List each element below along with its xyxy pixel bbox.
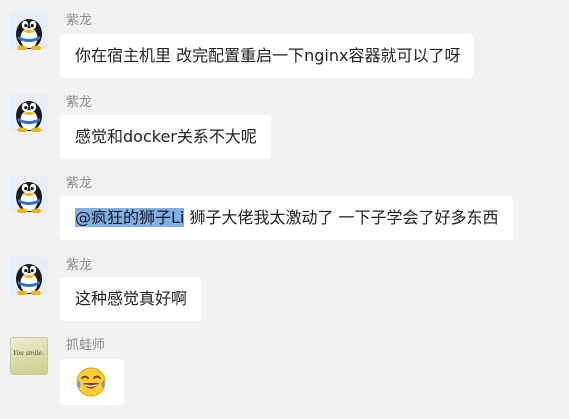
message-bubble[interactable] [60, 359, 124, 405]
sender-name: 紫龙 [66, 258, 93, 273]
message-text: 狮子大佬我太激动了 一下子学会了好多东西 [184, 208, 499, 227]
qq-penguin-icon[interactable] [10, 12, 48, 50]
message-bubble[interactable]: 你在宿主机里 改完配置重启一下nginx容器就可以了呀 [60, 34, 475, 78]
sender-name: 紫龙 [66, 13, 93, 28]
sender-name: 紫龙 [66, 95, 93, 110]
message-text: 你在宿主机里 改完配置重启一下nginx容器就可以了呀 [75, 46, 461, 65]
qq-penguin-icon[interactable] [10, 175, 48, 213]
chat-message-list: 紫龙 你在宿主机里 改完配置重启一下nginx容器就可以了呀 紫龙 感觉和doc… [0, 0, 569, 419]
message-bubble[interactable]: 感觉和docker关系不大呢 [60, 115, 271, 159]
you-smile-avatar[interactable]: You smile. [10, 337, 48, 375]
avatar-text: You smile. [13, 350, 44, 357]
sender-name: 抓蛙师 [66, 338, 106, 353]
qq-penguin-icon[interactable] [10, 257, 48, 295]
message-bubble[interactable]: @疯狂的狮子Li 狮子大佬我太激动了 一下子学会了好多东西 [60, 196, 513, 240]
sender-name: 紫龙 [66, 176, 93, 191]
message-text: 这种感觉真好啊 [75, 289, 188, 308]
message-text: 感觉和docker关系不大呢 [75, 127, 257, 146]
mention-link[interactable]: @疯狂的狮子Li [75, 208, 185, 227]
tears-of-joy-emoji [76, 367, 106, 397]
qq-penguin-icon[interactable] [10, 94, 48, 132]
message-bubble[interactable]: 这种感觉真好啊 [60, 277, 202, 321]
